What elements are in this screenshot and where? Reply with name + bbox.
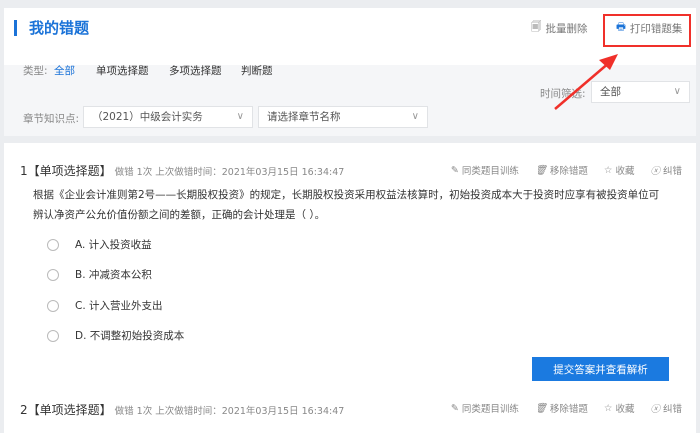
question-header: 1 【单项选择题】 做错 1次 上次做错时间：2021年03月15日 16:34:4…	[20, 164, 345, 178]
question-header: 2 【单项选择题】 做错 1次 上次做错时间：2021年03月15日 16:34:4…	[20, 403, 345, 417]
similar-training-button[interactable]: ✎ 同类题目训练	[450, 401, 519, 416]
option-b[interactable]: B. 冲减资本公积	[47, 267, 152, 282]
trash-icon: 🗑	[534, 402, 547, 414]
option-a[interactable]: A. 计入投资收益	[47, 237, 152, 252]
star-icon: ☆	[603, 164, 613, 176]
question-actions: ✎ 同类题目训练 🗑 移除错题 ☆ 收藏 ⓧ 纠错	[450, 401, 682, 416]
close-circle-icon: ⓧ	[650, 404, 660, 415]
report-error-button[interactable]: ⓧ 纠错	[650, 401, 682, 415]
remove-button[interactable]: 🗑 移除错题	[534, 163, 588, 178]
favorite-button[interactable]: ☆ 收藏	[603, 401, 635, 416]
option-c[interactable]: C. 计入营业外支出	[47, 298, 163, 313]
question-actions: ✎ 同类题目训练 🗑 移除错题 ☆ 收藏 ⓧ 纠错	[450, 163, 682, 178]
edit-icon: ✎	[450, 164, 459, 176]
trash-icon: 🗑	[534, 164, 547, 176]
edit-icon: ✎	[450, 402, 459, 414]
radio	[47, 238, 59, 251]
report-error-button[interactable]: ⓧ 纠错	[650, 163, 682, 177]
favorite-button[interactable]: ☆ 收藏	[603, 163, 635, 178]
radio	[47, 299, 59, 312]
radio	[47, 268, 59, 281]
radio	[47, 329, 59, 342]
option-d[interactable]: D. 不调整初始投资成本	[47, 328, 184, 343]
remove-button[interactable]: 🗑 移除错题	[534, 401, 588, 416]
similar-training-button[interactable]: ✎ 同类题目训练	[450, 163, 519, 178]
question-stem: 根据《企业会计准则第2号——长期股权投资》的规定，长期股权投资采用权益法核算时，…	[33, 189, 660, 221]
submit-button[interactable]: 提交答案并查看解析	[532, 357, 669, 381]
star-icon: ☆	[603, 402, 613, 414]
close-circle-icon: ⓧ	[650, 166, 660, 177]
